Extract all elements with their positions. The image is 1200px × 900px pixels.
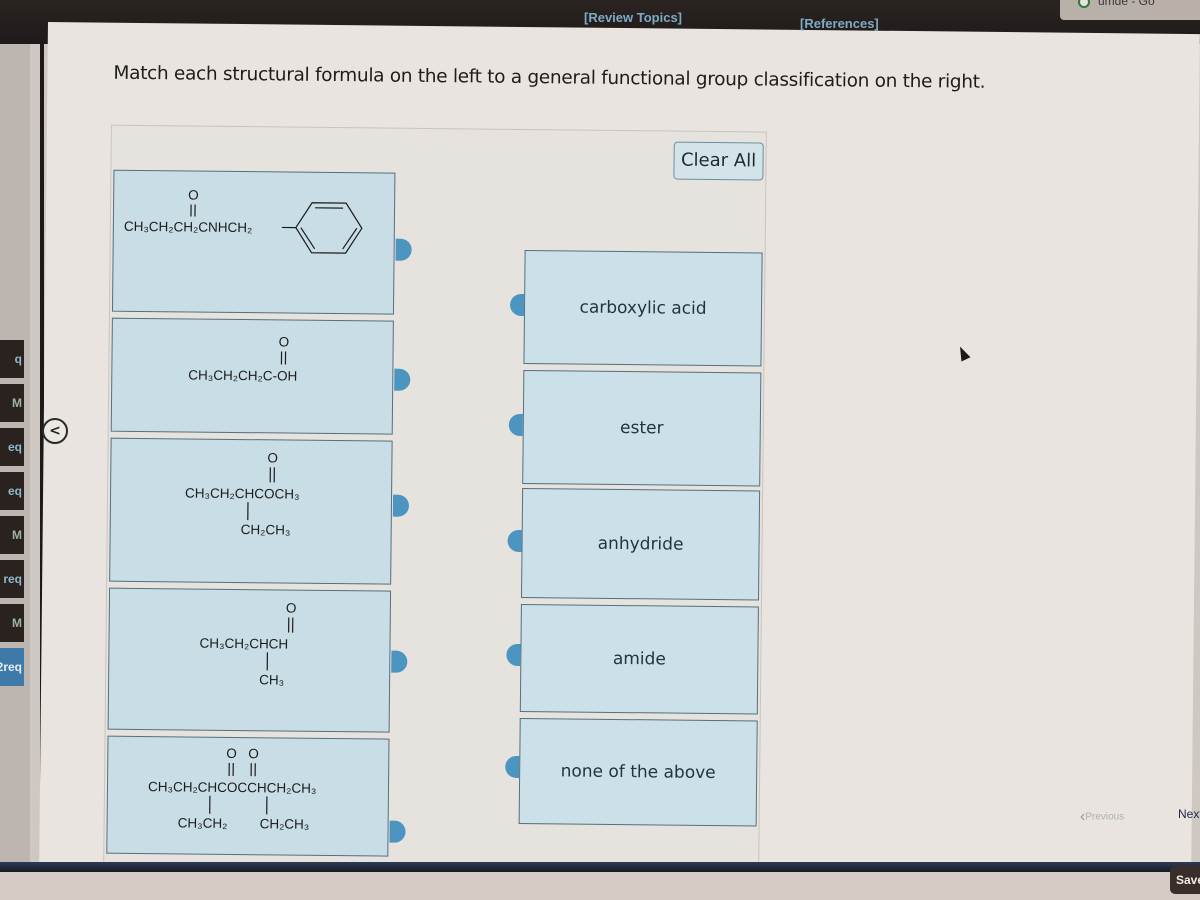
formula-branch: CH₂CH₃ (241, 522, 291, 538)
formula-main: CH₃CH₂CHCOCH₃ (185, 485, 300, 501)
classification-4-connector[interactable] (506, 643, 521, 666)
nav-item-8[interactable]: 2req (0, 648, 24, 686)
structure-card-5[interactable]: O O CH₃CH₂CHCOCCHCH₂CH₃ CH₃CH₂ CH₂CH₃ (106, 735, 390, 857)
structure-5-drawing: O O CH₃CH₂CHCOCCHCH₂CH₃ CH₃CH₂ CH₂CH₃ (148, 746, 317, 832)
classification-carboxylic-acid[interactable]: carboxylic acid (523, 250, 763, 367)
formula-branch-left: CH₃CH₂ (178, 815, 228, 831)
instruction-text: Match each structural formula on the lef… (113, 62, 986, 93)
footer (0, 872, 1200, 900)
classification-amide[interactable]: amide (519, 603, 759, 715)
previous-label: Previous (1085, 811, 1125, 823)
structure-card-1[interactable]: O CH₃CH₂CH₂CNHCH₂ (111, 169, 396, 315)
classification-anhydride[interactable]: anhydride (520, 487, 761, 601)
chevron-left-icon[interactable]: < (42, 418, 68, 444)
save-button[interactable]: Save (1170, 866, 1200, 894)
formula-branch-right: CH₂CH₃ (260, 816, 310, 832)
structure-5-connector[interactable] (389, 820, 406, 843)
nav-item-2[interactable]: M (0, 384, 24, 422)
carbonyl-o-2: O (248, 746, 259, 761)
formula-main: CH₃CH₂CH₂C-OH (188, 367, 297, 383)
carbonyl-o: O (267, 450, 278, 465)
structure-1-connector[interactable] (395, 238, 412, 261)
check-circle-icon (1078, 0, 1090, 8)
nav-item-1[interactable]: q (0, 340, 24, 378)
structure-card-3[interactable]: O CH₃CH₂CHCOCH₃ CH₂CH₃ (109, 437, 393, 585)
nav-item-4[interactable]: eq (0, 472, 24, 510)
review-topics-link[interactable]: [Review Topics] (584, 10, 682, 25)
structure-1-drawing: O CH₃CH₂CH₂CNHCH₂ (124, 187, 363, 254)
structure-2-connector[interactable] (394, 368, 411, 391)
left-nav: q M eq eq M req M 2req (0, 44, 30, 900)
structure-3-connector[interactable] (392, 494, 410, 517)
structure-3-drawing: O CH₃CH₂CHCOCH₃ CH₂CH₃ (185, 450, 300, 538)
structure-4-connector[interactable] (391, 650, 408, 673)
nav-item-7[interactable]: M (0, 604, 24, 642)
classification-1-connector[interactable] (509, 293, 525, 317)
top-right-status: umde - Go (1060, 0, 1200, 20)
formula-main: CH₃CH₂CHCOCCHCH₂CH₃ (148, 779, 317, 796)
nav-item-3[interactable]: eq (0, 428, 24, 466)
classification-ester[interactable]: ester (522, 369, 762, 487)
formula-branch: CH₃ (259, 672, 284, 687)
classification-3-connector[interactable] (507, 529, 522, 552)
previous-button[interactable]: ‹Previous (1080, 808, 1124, 826)
structure-4-drawing: O CH₃CH₂CHCH CH₃ (199, 601, 297, 688)
classification-2-connector[interactable] (508, 413, 523, 436)
carbonyl-o: O (279, 334, 290, 349)
carbonyl-o: O (188, 187, 199, 202)
top-right-text: umde - Go (1098, 0, 1155, 8)
formula-main: CH₃CH₂CH₂CNHCH₂ (124, 219, 253, 235)
nav-item-5[interactable]: M (0, 516, 24, 554)
structure-card-4[interactable]: O CH₃CH₂CHCH CH₃ (107, 587, 392, 733)
classification-none-of-the-above[interactable]: none of the above (518, 717, 758, 827)
question-page: Match each structural formula on the lef… (39, 22, 1200, 883)
references-link[interactable]: [References] (800, 16, 879, 31)
classification-5-connector[interactable] (505, 755, 520, 778)
nav-item-6[interactable]: req (0, 560, 24, 598)
bottom-divider (0, 862, 1200, 872)
structure-2-drawing: O CH₃CH₂CH₂C-OH (188, 334, 297, 383)
matching-panel: Clear All O CH₃CH₂CH₂CNHCH₂ O CH₃CH₂CH₂C… (103, 124, 767, 872)
carbonyl-o: O (286, 601, 297, 616)
clear-all-button[interactable]: Clear All (673, 141, 764, 181)
carbonyl-o-1: O (226, 746, 237, 761)
structure-card-2[interactable]: O CH₃CH₂CH₂C-OH (110, 317, 394, 435)
formula-main: CH₃CH₂CHCH (199, 636, 288, 652)
next-button[interactable]: Next (1178, 807, 1200, 821)
